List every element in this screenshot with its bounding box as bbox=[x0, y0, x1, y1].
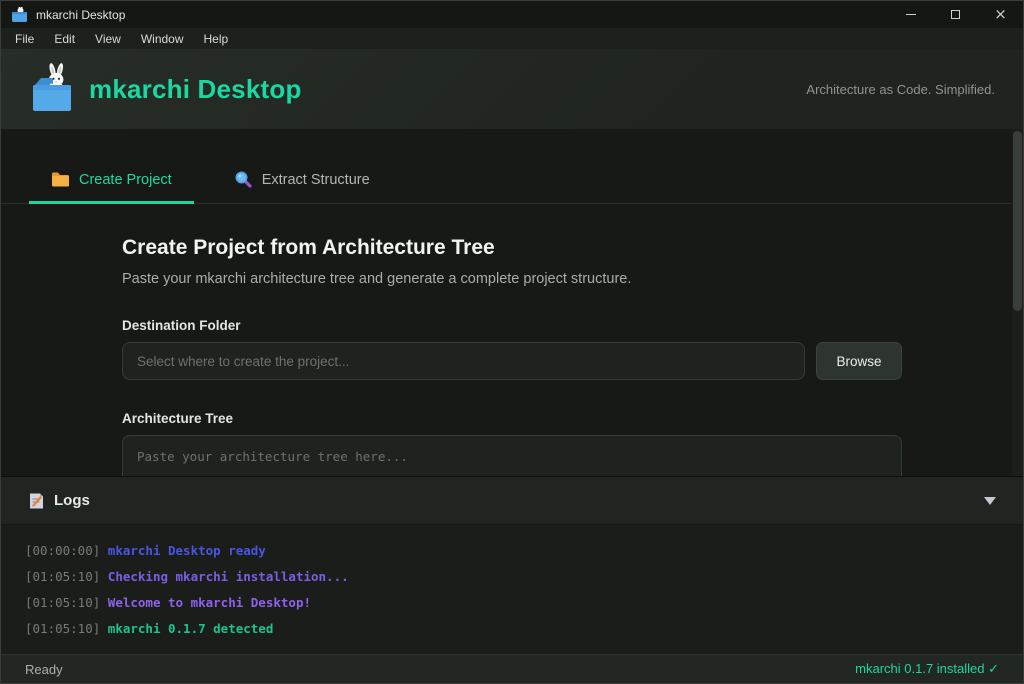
app-header: mkarchi Desktop Architecture as Code. Si… bbox=[1, 49, 1023, 129]
destination-folder-input[interactable] bbox=[122, 342, 805, 380]
tab-label: Create Project bbox=[79, 172, 172, 188]
maximize-button[interactable] bbox=[933, 1, 978, 28]
log-message: mkarchi Desktop ready bbox=[108, 543, 266, 558]
status-version-installed: mkarchi 0.1.7 installed ✓ bbox=[855, 661, 999, 677]
app-logo-bunny-box-icon bbox=[29, 63, 75, 115]
log-timestamp: [01:05:10] bbox=[25, 621, 100, 636]
menu-help[interactable]: Help bbox=[194, 30, 239, 48]
log-entry: [01:05:10] mkarchi 0.1.7 detected bbox=[25, 616, 999, 642]
close-button[interactable]: × bbox=[978, 1, 1023, 28]
magnifier-icon bbox=[234, 171, 253, 188]
log-entry: [00:00:00] mkarchi Desktop ready bbox=[25, 538, 999, 564]
status-bar: Ready mkarchi 0.1.7 installed ✓ bbox=[1, 654, 1023, 683]
app-logo-icon bbox=[11, 7, 28, 23]
tab-label: Extract Structure bbox=[262, 172, 370, 188]
log-message: Checking mkarchi installation... bbox=[108, 569, 349, 584]
log-timestamp: [01:05:10] bbox=[25, 569, 100, 584]
menu-file[interactable]: File bbox=[5, 30, 44, 48]
create-project-form: Create Project from Architecture Tree Pa… bbox=[122, 236, 902, 476]
folder-icon bbox=[51, 171, 70, 188]
destination-row: Browse bbox=[122, 342, 902, 380]
page-title: Create Project from Architecture Tree bbox=[122, 236, 902, 260]
logs-title: Logs bbox=[54, 492, 90, 509]
title-bar: mkarchi Desktop × bbox=[1, 1, 1023, 28]
scrollbar-track[interactable] bbox=[1012, 129, 1023, 476]
log-entry: [01:05:10] Checking mkarchi installation… bbox=[25, 564, 999, 590]
app-title: mkarchi Desktop bbox=[89, 74, 302, 105]
maximize-icon bbox=[951, 10, 960, 19]
menu-edit[interactable]: Edit bbox=[44, 30, 85, 48]
app-tagline: Architecture as Code. Simplified. bbox=[806, 82, 995, 97]
logs-panel: Logs [00:00:00] mkarchi Desktop ready [0… bbox=[1, 476, 1023, 656]
menu-bar: File Edit View Window Help bbox=[1, 28, 1023, 49]
window-title: mkarchi Desktop bbox=[36, 8, 125, 22]
status-ready: Ready bbox=[25, 662, 63, 677]
triangle-down-icon[interactable] bbox=[984, 497, 996, 505]
scrollbar-thumb[interactable] bbox=[1013, 131, 1022, 311]
menu-window[interactable]: Window bbox=[131, 30, 194, 48]
tab-bar: Create Project Extract Structure bbox=[1, 129, 1023, 204]
log-message: mkarchi 0.1.7 detected bbox=[108, 621, 274, 636]
minimize-icon bbox=[906, 14, 916, 15]
log-message: Welcome to mkarchi Desktop! bbox=[108, 595, 311, 610]
memo-pencil-icon bbox=[28, 492, 45, 510]
architecture-tree-label: Architecture Tree bbox=[122, 411, 902, 426]
minimize-button[interactable] bbox=[888, 1, 933, 28]
tab-create-project[interactable]: Create Project bbox=[29, 161, 194, 204]
page-description: Paste your mkarchi architecture tree and… bbox=[122, 271, 902, 287]
logs-header[interactable]: Logs bbox=[1, 477, 1023, 525]
log-timestamp: [00:00:00] bbox=[25, 543, 100, 558]
window-controls: × bbox=[888, 1, 1023, 28]
main-content: Create Project Extract Structure Create … bbox=[1, 129, 1023, 476]
log-timestamp: [01:05:10] bbox=[25, 595, 100, 610]
destination-folder-label: Destination Folder bbox=[122, 318, 902, 333]
tab-extract-structure[interactable]: Extract Structure bbox=[212, 161, 392, 204]
log-entry: [01:05:10] Welcome to mkarchi Desktop! bbox=[25, 590, 999, 616]
menu-view[interactable]: View bbox=[85, 30, 131, 48]
logs-body: [00:00:00] mkarchi Desktop ready [01:05:… bbox=[1, 525, 1023, 655]
browse-button[interactable]: Browse bbox=[816, 342, 902, 380]
architecture-tree-textarea[interactable] bbox=[122, 435, 902, 476]
close-icon: × bbox=[994, 7, 1007, 22]
